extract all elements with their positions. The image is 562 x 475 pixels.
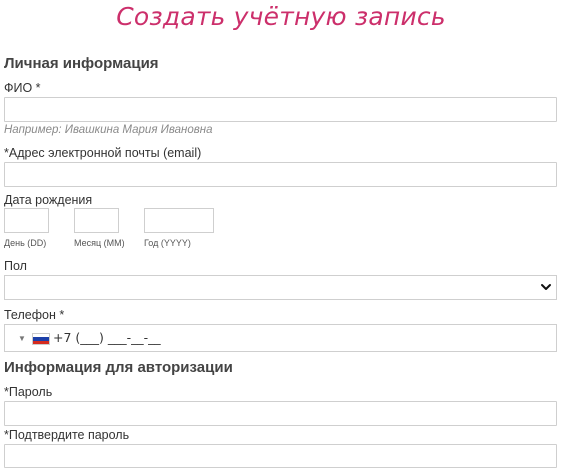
fio-input[interactable]	[4, 97, 557, 122]
phone-input[interactable]: ▼ +7 (___) ___-__-__	[4, 324, 557, 352]
dob-day-label: День (DD)	[4, 238, 47, 248]
phone-label: Телефон *	[4, 308, 65, 322]
section-title-auth: Информация для авторизации	[4, 359, 233, 376]
confirm-password-input[interactable]	[4, 444, 557, 468]
password-label: *Пароль	[4, 385, 53, 399]
dob-label: Дата рождения	[4, 193, 93, 207]
chevron-down-icon	[541, 284, 551, 290]
dob-year-input[interactable]	[144, 208, 214, 233]
email-input[interactable]	[4, 162, 557, 187]
country-dropdown-caret-icon[interactable]: ▼	[18, 334, 26, 343]
section-title-personal: Личная информация	[4, 55, 159, 72]
dob-year-label: Год (YYYY)	[144, 238, 191, 248]
phone-value: +7 (___) ___-__-__	[53, 330, 161, 345]
fio-hint: Например: Ивашкина Мария Ивановна	[4, 124, 213, 136]
russia-flag-icon[interactable]	[32, 333, 50, 345]
fio-label: ФИО *	[4, 81, 41, 95]
email-label: *Адрес электронной почты (email)	[4, 146, 202, 160]
dob-day-input[interactable]	[4, 208, 49, 233]
gender-label: Пол	[4, 259, 27, 273]
confirm-password-label: *Подтвердите пароль	[4, 428, 130, 442]
dob-month-label: Месяц (MM)	[74, 238, 125, 248]
gender-select[interactable]	[4, 275, 557, 300]
dob-month-input[interactable]	[74, 208, 119, 233]
page-title: Создать учётную запись	[116, 2, 446, 31]
password-input[interactable]	[4, 401, 557, 426]
